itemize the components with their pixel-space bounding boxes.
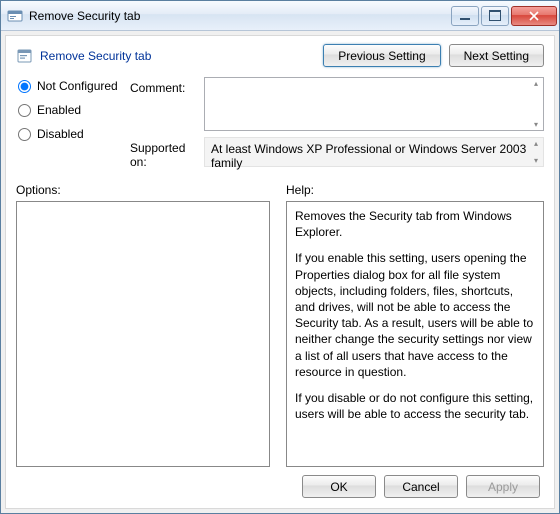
chevron-down-icon: ▾ [530,156,542,165]
panels: Removes the Security tab from Windows Ex… [16,201,544,467]
settings-grid: Not Configured Enabled Disabled Comment:… [16,77,544,169]
apply-button[interactable]: Apply [466,475,540,498]
help-label: Help: [286,183,314,197]
next-setting-button[interactable]: Next Setting [449,44,544,67]
help-paragraph: Removes the Security tab from Windows Ex… [295,208,535,240]
chevron-up-icon: ▴ [530,79,542,88]
radio-disabled-input[interactable] [18,128,31,141]
comment-scroll[interactable]: ▴ ▾ [530,79,542,129]
window-controls [449,6,557,26]
window-title: Remove Security tab [29,9,449,23]
ok-button[interactable]: OK [302,475,376,498]
radio-not-configured[interactable]: Not Configured [16,79,126,93]
close-button[interactable] [511,6,557,26]
radio-enabled-label: Enabled [37,103,81,117]
supported-label: Supported on: [130,141,185,169]
cancel-button[interactable]: Cancel [384,475,458,498]
radio-enabled-input[interactable] [18,104,31,117]
radio-not-configured-input[interactable] [18,80,31,93]
policy-icon [16,47,34,65]
radio-not-configured-label: Not Configured [37,79,118,93]
minimize-button[interactable] [451,6,479,26]
field-labels: Comment: Supported on: [130,77,200,169]
chevron-up-icon: ▴ [530,139,542,148]
header-row: Remove Security tab Previous Setting Nex… [16,44,544,67]
policy-title: Remove Security tab [40,49,315,63]
section-labels: Options: Help: [16,183,544,197]
field-values: ▴ ▾ At least Windows XP Professional or … [204,77,544,169]
supported-scroll[interactable]: ▴ ▾ [530,139,542,165]
content-area: Remove Security tab Previous Setting Nex… [5,35,555,509]
supported-value: At least Windows XP Professional or Wind… [211,142,526,170]
radio-enabled[interactable]: Enabled [16,103,126,117]
options-panel [16,201,270,467]
app-icon [7,8,23,24]
footer: OK Cancel Apply [16,467,544,500]
previous-setting-button[interactable]: Previous Setting [323,44,440,67]
radio-disabled[interactable]: Disabled [16,127,126,141]
help-paragraph: If you enable this setting, users openin… [295,250,535,380]
supported-field: At least Windows XP Professional or Wind… [204,137,544,167]
radio-disabled-label: Disabled [37,127,84,141]
options-label: Options: [16,183,270,197]
maximize-button[interactable] [481,6,509,26]
policy-dialog: Remove Security tab Remove Security tab … [0,0,560,514]
comment-label: Comment: [130,81,200,95]
state-radios: Not Configured Enabled Disabled [16,77,126,169]
help-paragraph: If you disable or do not configure this … [295,390,535,422]
titlebar[interactable]: Remove Security tab [1,1,559,31]
help-panel: Removes the Security tab from Windows Ex… [286,201,544,467]
comment-field[interactable]: ▴ ▾ [204,77,544,131]
chevron-down-icon: ▾ [530,120,542,129]
